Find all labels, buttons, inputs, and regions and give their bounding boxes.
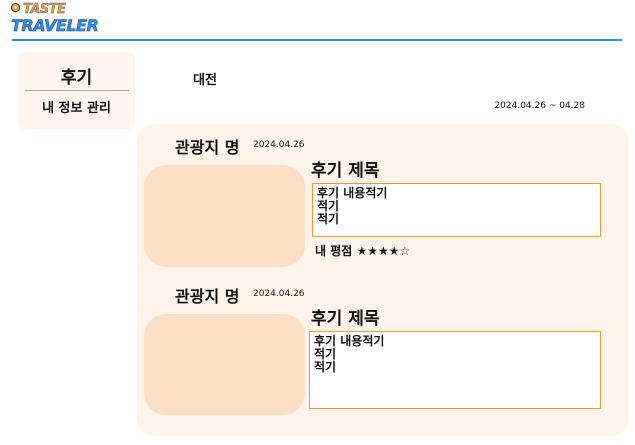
place-photo[interactable] — [144, 314, 305, 415]
review-title: 후기 제목 — [311, 309, 380, 329]
region-label: 대전 — [193, 73, 217, 88]
review-date: 2024.04.26 — [253, 289, 305, 299]
place-photo[interactable] — [144, 165, 305, 267]
place-name: 관광지 명 — [175, 287, 240, 306]
review-content-line: 적기 — [317, 212, 340, 226]
review-content-line: 적기 — [314, 347, 337, 361]
review-content-box[interactable]: 후기 내용적기 적기 적기 — [312, 183, 601, 237]
date-range: 2024.04.26 ~ 04.28 — [494, 101, 585, 111]
brand-line1: TASTE — [23, 2, 66, 17]
map-pin-icon — [10, 3, 21, 13]
rating-label: 내 평점 — [315, 244, 353, 258]
rating-stars[interactable]: ★★★★☆ — [357, 244, 411, 258]
my-rating[interactable]: 내 평점 ★★★★☆ — [315, 242, 410, 259]
review-content-line: 적기 — [314, 360, 337, 374]
review-content-line: 후기 내용적기 — [317, 186, 388, 200]
review-title: 후기 제목 — [311, 161, 380, 181]
brand-line2: TRAVELER — [11, 16, 99, 36]
place-name: 관광지 명 — [175, 138, 240, 157]
sidebar: 후기 내 정보 관리 — [18, 52, 135, 129]
review-date: 2024.04.26 — [253, 140, 305, 150]
sidebar-divider — [25, 90, 129, 91]
header-divider — [12, 39, 622, 41]
sidebar-title: 후기 — [60, 68, 93, 88]
review-content-line: 적기 — [317, 199, 340, 213]
brand-logo[interactable]: TASTE TRAVELER — [10, 2, 99, 36]
review-content-box[interactable]: 후기 내용적기 적기 적기 — [309, 331, 601, 409]
sidebar-item-my-info[interactable]: 내 정보 관리 — [18, 97, 135, 116]
review-content-line: 후기 내용적기 — [314, 334, 385, 348]
